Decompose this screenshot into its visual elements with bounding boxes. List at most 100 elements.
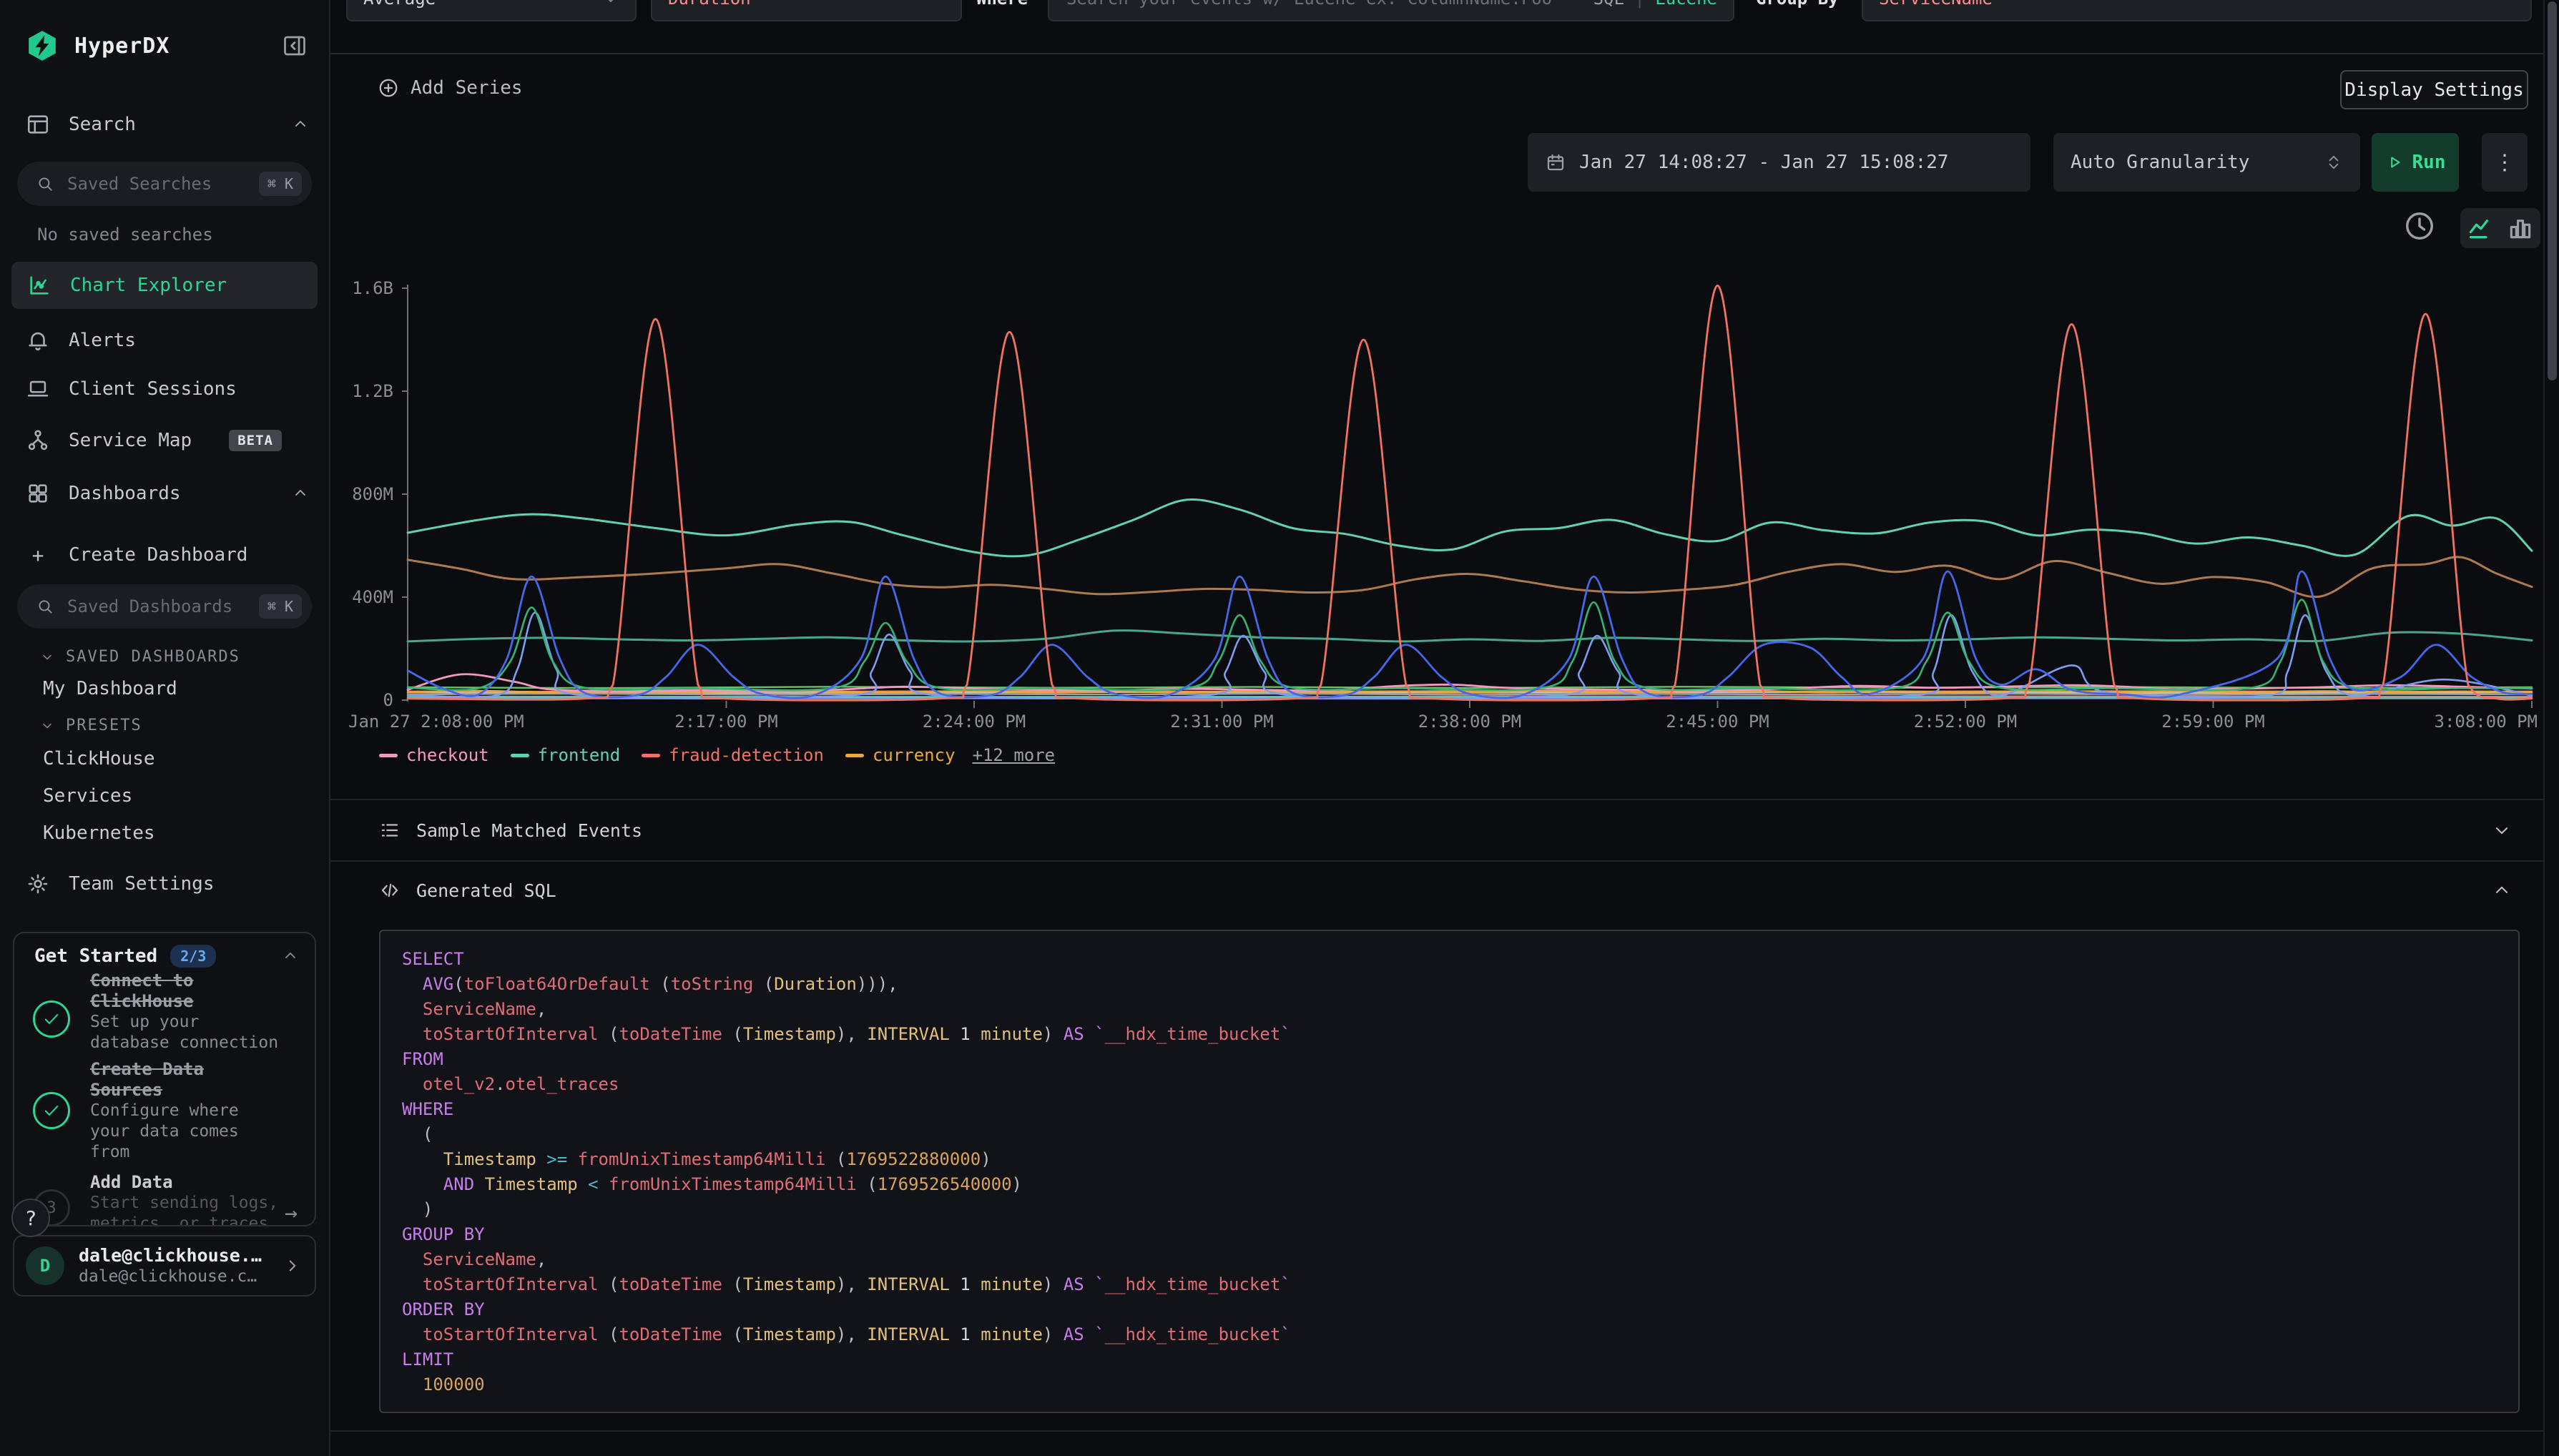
sample-events-section[interactable]: Sample Matched Events: [330, 800, 2543, 860]
legend-more-link[interactable]: +12 more: [973, 745, 1056, 765]
gear-icon: [26, 872, 50, 896]
legend-item-checkout[interactable]: checkout: [379, 745, 489, 765]
shortcut-badge: ⌘ K: [259, 594, 302, 619]
line-chart-icon[interactable]: [2467, 215, 2494, 242]
saved-dashboards-header[interactable]: SAVED DASHBOARDS: [40, 648, 240, 666]
saved-searches-input[interactable]: [66, 173, 247, 195]
group-by-label: Group By: [1756, 0, 1839, 21]
sidebar-item-label: Search: [69, 114, 136, 135]
chart-explorer-icon: [27, 273, 51, 297]
sql-line: ): [402, 1197, 2497, 1222]
sidebar-item-chart-explorer[interactable]: Chart Explorer: [11, 262, 318, 309]
more-options-button[interactable]: ⋮: [2482, 133, 2528, 192]
sql-line: 100000: [402, 1372, 2497, 1397]
where-label: Where: [976, 0, 1028, 21]
preset-item-services[interactable]: Services: [43, 785, 132, 807]
sidebar-item-label: Client Sessions: [69, 378, 237, 400]
get-started-card: Get Started 2/3 Connect to ClickHouse Se…: [13, 932, 316, 1226]
saved-searches-search[interactable]: ⌘ K: [17, 162, 312, 206]
sidebar-item-team-settings[interactable]: Team Settings: [26, 867, 309, 901]
check-circle-icon: [33, 1092, 70, 1129]
scrollbar[interactable]: [2543, 0, 2559, 1456]
arrow-right-icon: →: [285, 1201, 298, 1226]
lucene-search-input[interactable]: [1065, 0, 1593, 9]
legend-label: currency: [873, 745, 956, 765]
query-language-toggle[interactable]: SQL | Lucene: [1593, 0, 1717, 9]
chevron-up-icon[interactable]: [2492, 880, 2512, 900]
legend-swatch: [379, 754, 398, 757]
get-started-header[interactable]: Get Started 2/3: [34, 945, 299, 968]
play-icon: [2385, 153, 2404, 172]
dashboards-icon: [26, 481, 50, 506]
x-tick-label: 2:17:00 PM: [674, 712, 778, 732]
sql-line: GROUP BY: [402, 1222, 2497, 1247]
sidebar-item-client-sessions[interactable]: Client Sessions: [26, 372, 309, 406]
preset-item-kubernetes[interactable]: Kubernetes: [43, 822, 155, 844]
display-settings-button[interactable]: Display Settings: [2340, 70, 2528, 109]
saved-dashboards-search[interactable]: ⌘ K: [17, 584, 312, 629]
sidebar-collapse-icon[interactable]: [282, 33, 308, 59]
y-tick-label: 1.2B: [335, 380, 393, 402]
clock-icon: [2403, 210, 2436, 242]
sql-code-block[interactable]: SELECT AVG(toFloat64OrDefault (toString …: [379, 930, 2520, 1413]
sql-line: AND Timestamp < fromUnixTimestamp64Milli…: [402, 1172, 2497, 1197]
sidebar-item-service-map[interactable]: Service Map BETA: [26, 423, 309, 458]
series-fraud-detection: [408, 285, 2532, 700]
search-section-icon: [26, 112, 50, 137]
aggregation-select[interactable]: Average: [346, 0, 637, 21]
group-by-input[interactable]: ServiceName: [1862, 0, 2532, 21]
task-title: Add Data: [90, 1172, 283, 1193]
no-saved-searches-text: No saved searches: [37, 225, 213, 245]
check-circle-icon: [33, 1000, 70, 1038]
sql-line: toStartOfInterval (toDateTime (Timestamp…: [402, 1322, 2497, 1347]
field-input[interactable]: Duration: [651, 0, 962, 21]
legend-swatch: [511, 754, 529, 757]
help-button[interactable]: ?: [11, 1199, 50, 1237]
sidebar-item-label: Service Map: [69, 430, 192, 451]
generated-sql-section[interactable]: Generated SQL: [330, 862, 2543, 919]
sql-line: AVG(toFloat64OrDefault (toString (Durati…: [402, 972, 2497, 997]
timeseries-chart[interactable]: [402, 280, 2538, 709]
granularity-select[interactable]: Auto Granularity: [2053, 133, 2360, 192]
kebab-icon: ⋮: [2494, 150, 2515, 175]
date-range-picker[interactable]: Jan 27 14:08:27 - Jan 27 15:08:27: [1528, 133, 2030, 192]
run-button[interactable]: Run: [2372, 133, 2459, 192]
bar-chart-icon[interactable]: [2507, 215, 2534, 242]
list-icon: [379, 820, 401, 841]
chevron-up-icon[interactable]: [282, 948, 299, 965]
legend-item-currency[interactable]: currency: [845, 745, 956, 765]
series-frontend: [408, 500, 2532, 556]
chevron-down-icon: [40, 650, 54, 664]
sidebar-item-search[interactable]: Search: [26, 107, 309, 142]
create-dashboard-button[interactable]: + Create Dashboard: [26, 538, 309, 572]
create-dashboard-label: Create Dashboard: [69, 544, 247, 566]
chevron-down-icon: [40, 719, 54, 733]
time-format-button[interactable]: [2403, 210, 2436, 245]
scrollbar-thumb[interactable]: [2548, 1, 2557, 380]
avatar: D: [26, 1246, 64, 1285]
sidebar: HyperDX Search ⌘ K No saved searches Cha…: [0, 0, 330, 1456]
sidebar-item-alerts[interactable]: Alerts: [26, 323, 309, 358]
chevron-down-icon[interactable]: [2492, 820, 2512, 840]
user-menu[interactable]: D dale@clickhouse.… dale@clickhouse.c…: [13, 1235, 316, 1297]
add-series-button[interactable]: Add Series: [378, 77, 523, 99]
dashboard-item-my-dashboard[interactable]: My Dashboard: [43, 678, 177, 699]
legend-item-frontend[interactable]: frontend: [511, 745, 621, 765]
x-tick-label: 2:38:00 PM: [1418, 712, 1522, 732]
lucene-search-box[interactable]: SQL | Lucene: [1048, 0, 1734, 21]
chevron-up-icon[interactable]: [292, 116, 309, 133]
hyperdx-logo-icon: [26, 29, 59, 62]
sidebar-item-dashboards[interactable]: Dashboards: [26, 476, 309, 511]
presets-header[interactable]: PRESETS: [40, 717, 142, 734]
selector-icon: [2324, 153, 2343, 172]
preset-item-clickhouse[interactable]: ClickHouse: [43, 748, 155, 769]
legend-item-fraud-detection[interactable]: fraud-detection: [642, 745, 824, 765]
saved-dashboards-input[interactable]: [66, 596, 247, 617]
chevron-up-icon[interactable]: [292, 485, 309, 502]
sidebar-item-label: Chart Explorer: [70, 275, 227, 296]
legend-swatch: [845, 754, 864, 757]
app-title: HyperDX: [74, 34, 266, 59]
sql-line: WHERE: [402, 1097, 2497, 1122]
chevron-down-icon: [602, 0, 619, 7]
chart-type-toggle: [2460, 208, 2540, 248]
